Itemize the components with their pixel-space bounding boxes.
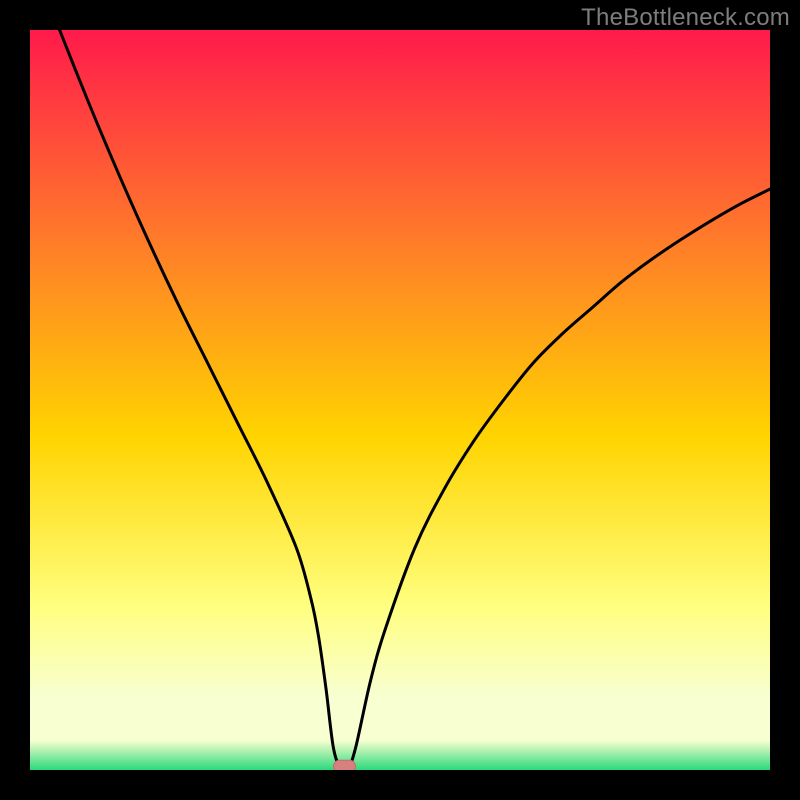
gradient-background (30, 30, 770, 770)
chart-plot-area (30, 30, 770, 770)
chart-svg (30, 30, 770, 770)
chart-frame: TheBottleneck.com (0, 0, 800, 800)
optimal-marker (334, 760, 356, 770)
watermark-text: TheBottleneck.com (581, 4, 790, 32)
